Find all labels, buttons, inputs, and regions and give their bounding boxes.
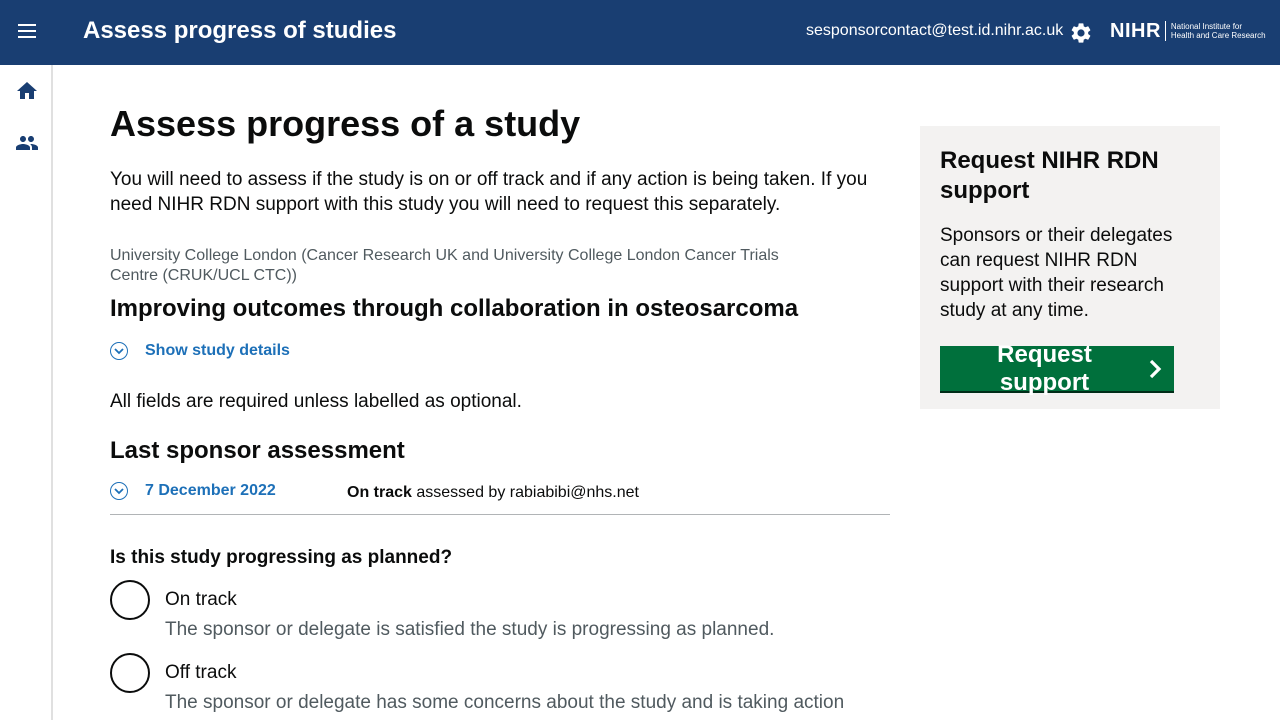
- off-track-label[interactable]: Off track: [165, 662, 236, 684]
- assessment-date-toggle[interactable]: 7 December 2022: [110, 482, 276, 500]
- organisation-name: University College London (Cancer Resear…: [110, 247, 779, 284]
- progress-question: Is this study progressing as planned?: [110, 547, 453, 568]
- menu-icon[interactable]: [14, 20, 40, 46]
- study-title: Improving outcomes through collaboration…: [110, 295, 799, 322]
- on-track-label[interactable]: On track: [165, 589, 237, 611]
- assessment-status: On track assessed by rabiabibi@nhs.net: [347, 484, 639, 502]
- request-support-label: Request support: [997, 340, 1092, 396]
- logo-text-line-1: National Institute for: [1170, 22, 1243, 31]
- show-study-details-toggle[interactable]: Show study details: [110, 342, 290, 360]
- logo-mark: NIHR: [1110, 19, 1161, 42]
- chevron-down-icon: [110, 342, 128, 360]
- app-title[interactable]: Assess progress of studies: [83, 17, 396, 45]
- home-icon[interactable]: [15, 79, 39, 103]
- off-track-hint: The sponsor or delegate has some concern…: [165, 692, 845, 713]
- logo-text: National Institute for Health and Care R…: [1171, 22, 1266, 40]
- chevron-right-icon: [1149, 359, 1162, 379]
- required-fields-note: All fields are required unless labelled …: [110, 391, 522, 412]
- gear-icon[interactable]: [1069, 21, 1093, 45]
- on-track-hint: The sponsor or delegate is satisfied the…: [165, 619, 775, 640]
- intro-text: You will need to assess if the study is …: [110, 169, 868, 215]
- panel-body: Sponsors or their delegates can request …: [940, 225, 1173, 321]
- top-header: Assess progress of studies sesponsorcont…: [0, 0, 1280, 65]
- chevron-down-icon: [110, 482, 128, 500]
- assessment-date: 7 December 2022: [145, 482, 276, 499]
- assessed-by: assessed by rabiabibi@nhs.net: [416, 484, 639, 501]
- request-support-button[interactable]: Request support: [940, 341, 1174, 396]
- request-support-panel: Request NIHR RDN support Sponsors or the…: [920, 126, 1220, 409]
- logo-divider: [1164, 21, 1166, 41]
- page-title: Assess progress of a study: [110, 103, 581, 144]
- panel-heading: Request NIHR RDN support: [940, 147, 1159, 204]
- user-email: sesponsorcontact@test.id.nihr.ac.uk: [806, 22, 1064, 39]
- last-assessment-heading: Last sponsor assessment: [110, 437, 405, 464]
- logo-text-line-2: Health and Care Research: [1170, 31, 1266, 40]
- nihr-logo[interactable]: NIHR National Institute for Health and C…: [1110, 17, 1266, 45]
- show-study-details-label: Show study details: [145, 342, 290, 359]
- people-icon[interactable]: [15, 131, 39, 155]
- last-assessment-row: 7 December 2022 On track assessed by rab…: [110, 479, 890, 515]
- sidebar: [0, 65, 53, 720]
- on-track-radio[interactable]: [110, 580, 150, 620]
- assessment-status-value: On track: [347, 484, 412, 501]
- off-track-radio[interactable]: [110, 653, 150, 693]
